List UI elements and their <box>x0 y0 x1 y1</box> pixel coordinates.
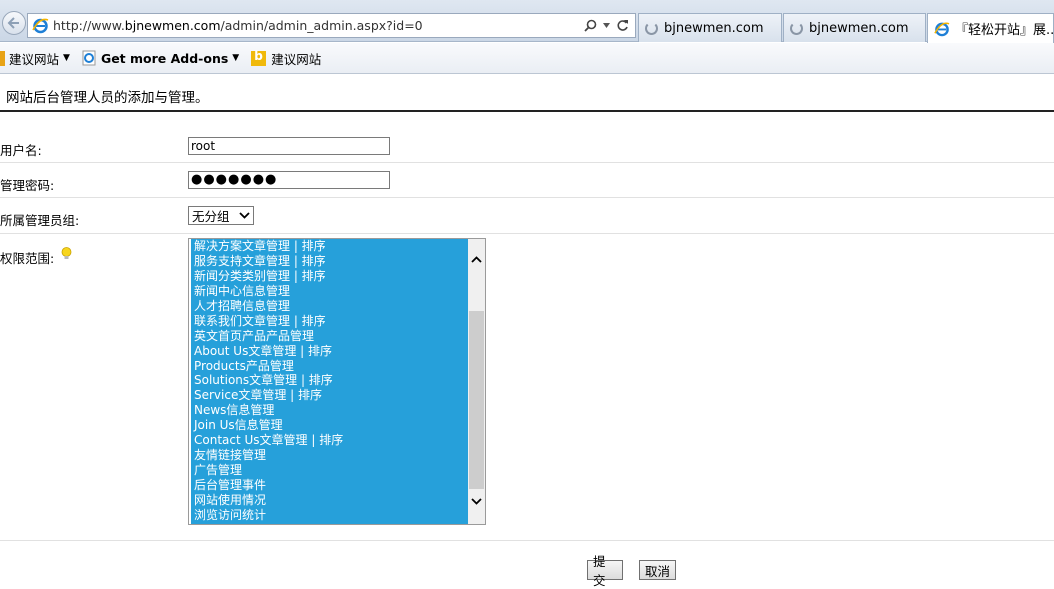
loading-spinner-icon <box>645 21 658 35</box>
permission-label: 权限范围: <box>0 251 55 266</box>
submit-button[interactable]: 提交 <box>587 554 623 588</box>
favorites-bar: 建议网站 ▼ Get more Add-ons ▼ 建议网站 <box>0 43 1054 74</box>
tab-title: bjnewmen.com <box>809 20 909 36</box>
page-description: 网站后台管理人员的添加与管理。 <box>6 90 209 106</box>
ie-page-icon <box>82 50 96 66</box>
back-arrow-icon <box>7 17 19 29</box>
search-icon[interactable] <box>584 19 597 32</box>
ie-logo-icon <box>32 18 49 34</box>
permission-option[interactable]: 广告管理 <box>191 463 469 478</box>
password-input[interactable]: ●●●●●●● <box>188 171 390 189</box>
group-select[interactable]: 无分组 <box>188 206 254 225</box>
group-select-value: 无分组 <box>192 209 230 224</box>
row-divider <box>0 540 1054 541</box>
permission-option[interactable]: 新闻分类类别管理 | 排序 <box>191 269 469 284</box>
permission-option[interactable]: Solutions文章管理 | 排序 <box>191 373 469 388</box>
tab-title: 『轻松开站』展... <box>955 23 1054 38</box>
username-label: 用户名: <box>0 143 42 158</box>
listbox-scrollbar[interactable] <box>468 239 485 524</box>
chevron-down-icon <box>471 498 482 505</box>
tab-bjnewmen-2[interactable]: bjnewmen.com <box>783 13 926 42</box>
bing-icon <box>251 49 267 66</box>
scroll-down-button[interactable] <box>468 493 485 510</box>
row-divider <box>0 162 1054 163</box>
permission-option[interactable]: 英文首页产品产品管理 <box>191 329 469 344</box>
permission-option[interactable]: Service文章管理 | 排序 <box>191 388 469 403</box>
back-button[interactable] <box>2 11 26 35</box>
tab-bjnewmen-1[interactable]: bjnewmen.com <box>638 13 782 42</box>
refresh-icon[interactable] <box>616 19 629 32</box>
cancel-button[interactable]: 取消 <box>639 560 676 580</box>
ie-logo-icon <box>934 22 950 36</box>
permission-option[interactable]: 新闻中心信息管理 <box>191 284 469 299</box>
permission-option[interactable]: Products产品管理 <box>191 359 469 374</box>
chevron-up-icon <box>471 256 482 263</box>
row-divider <box>0 233 1054 234</box>
dropdown-arrow-icon: ▼ <box>63 53 70 63</box>
permission-option[interactable]: 浏览访问统计 <box>191 508 469 523</box>
loading-spinner-icon <box>790 21 803 35</box>
permission-options: 解决方案文章管理 | 排序 服务支持文章管理 | 排序 新闻分类类别管理 | 排序新… <box>191 239 469 524</box>
address-url: http://www.bjnewmen.com/admin/admin_admi… <box>53 18 423 33</box>
header-divider <box>0 110 1054 112</box>
group-label: 所属管理员组: <box>0 213 80 228</box>
permission-option[interactable]: About Us文章管理 | 排序 <box>191 344 469 359</box>
permission-option[interactable]: 解决方案文章管理 | 排序 <box>191 239 469 254</box>
lightbulb-help-icon[interactable] <box>61 247 72 260</box>
username-input[interactable]: root <box>188 137 390 155</box>
scroll-up-button[interactable] <box>468 251 485 268</box>
browser-tab-bar: http://www.bjnewmen.com/admin/admin_admi… <box>0 0 1054 43</box>
scrollbar-thumb[interactable] <box>469 311 484 489</box>
favorites-item-suggested-sites-2[interactable]: 建议网站 <box>251 49 321 68</box>
tab-title: bjnewmen.com <box>664 20 764 36</box>
suggested-sites-icon <box>0 50 5 66</box>
favorites-item-suggested-sites-1[interactable]: 建议网站 ▼ <box>0 49 70 68</box>
permission-option[interactable]: 网站使用情况 <box>191 493 469 508</box>
row-divider <box>0 197 1054 198</box>
permission-listbox[interactable]: 解决方案文章管理 | 排序 服务支持文章管理 | 排序 新闻分类类别管理 | 排序新… <box>188 238 486 525</box>
password-label: 管理密码: <box>0 178 55 193</box>
permission-option[interactable]: 友情链接管理 <box>191 448 469 463</box>
address-bar[interactable]: http://www.bjnewmen.com/admin/admin_admi… <box>27 13 636 38</box>
permission-option[interactable]: Contact Us文章管理 | 排序 <box>191 433 469 448</box>
chevron-down-icon <box>236 207 253 224</box>
permission-option[interactable]: News信息管理 <box>191 403 469 418</box>
permission-option[interactable]: 人才招聘信息管理 <box>191 299 469 314</box>
permission-option[interactable]: Join Us信息管理 <box>191 418 469 433</box>
permission-option[interactable]: 服务支持文章管理 | 排序 <box>191 254 469 269</box>
permission-option[interactable]: 联系我们文章管理 | 排序 <box>191 314 469 329</box>
favorites-item-addons[interactable]: Get more Add-ons ▼ <box>82 50 239 66</box>
permission-option[interactable]: 后台管理事件 <box>191 478 469 493</box>
tab-active[interactable]: 『轻松开站』展... <box>927 13 1054 43</box>
dropdown-arrow-icon[interactable] <box>603 23 610 28</box>
dropdown-arrow-icon: ▼ <box>232 53 240 63</box>
